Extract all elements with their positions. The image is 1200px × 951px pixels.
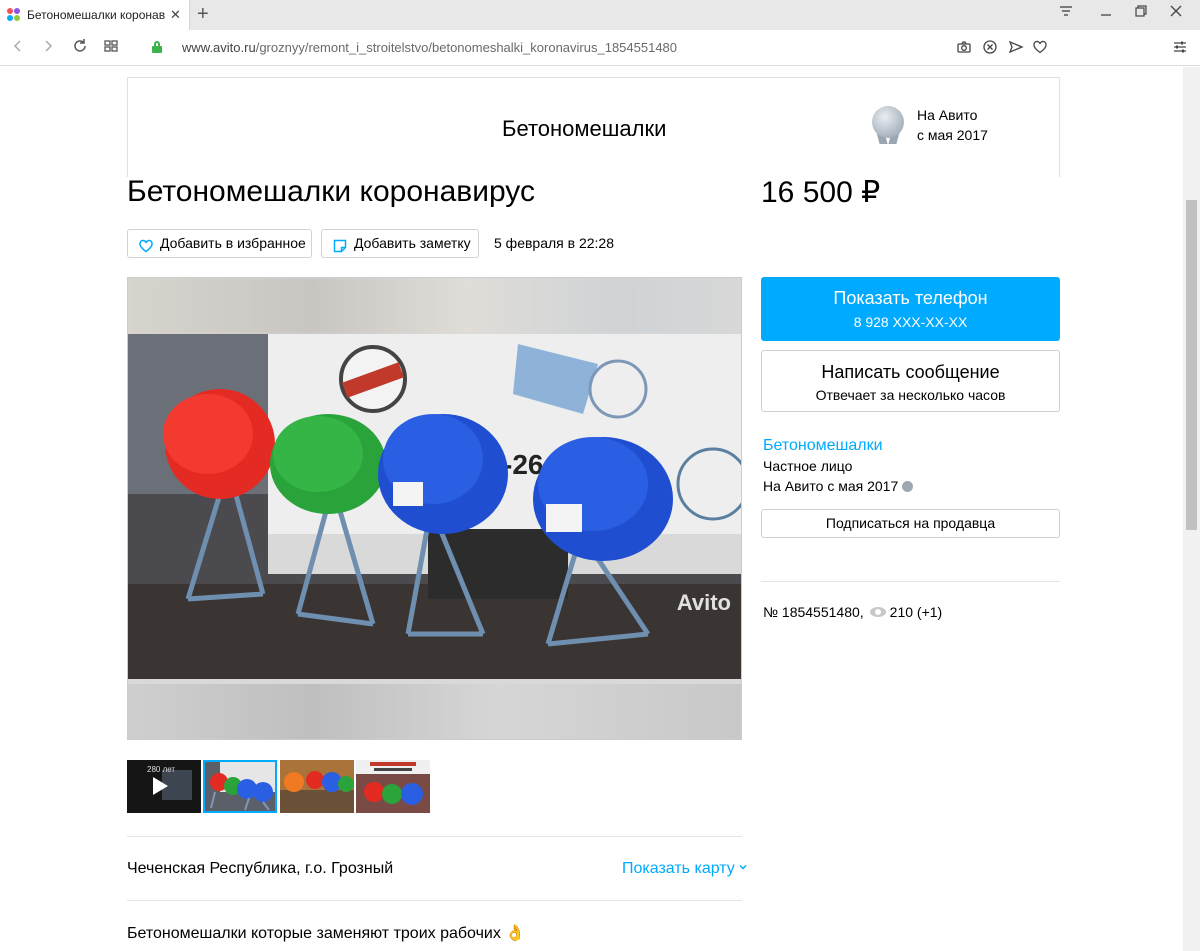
avito-watermark: Avito [676,590,731,615]
thumbnail-image [356,760,430,813]
ad-date: 5 февраля в 22:28 [494,235,614,251]
address-bar: www.avito.ru/groznyy/remont_i_stroitelst… [0,30,1200,66]
heart-bookmark-icon[interactable] [1032,39,1048,55]
play-icon [153,777,168,795]
thumbnail-video[interactable]: 280 лет [127,760,201,813]
thumbnail-image [205,762,275,811]
thumbnail-photo-3[interactable] [356,760,430,813]
page-content: Бетономешалки На Авито с мая 2017 Бетоно… [0,67,1183,951]
forward-icon[interactable] [38,38,58,59]
note-icon [332,236,348,253]
send-icon[interactable] [1008,39,1024,55]
adblock-icon[interactable] [982,39,998,55]
medal-icon [872,106,904,146]
speed-dial-icon[interactable] [101,38,121,59]
tab-menu-icon[interactable] [1056,4,1076,21]
minimize-icon[interactable] [1096,4,1116,21]
ad-title: Бетономешалки коронавирус [127,175,535,208]
chevron-down-icon [739,864,747,870]
divider [761,581,1060,582]
show-phone-button[interactable]: Показать телефон 8 928 XXX-XX-XX [761,277,1060,341]
write-message-button[interactable]: Написать сообщение Отвечает за несколько… [761,350,1060,412]
thumbnail-photo-2[interactable] [280,760,354,813]
ad-stats: № 1854551480, 210 (+1) [763,604,942,620]
ad-location: Чеченская Республика, г.о. Грозный [127,860,394,877]
avito-favicon-icon [7,8,21,22]
blurred-photo-edge [128,684,741,739]
add-to-favorites-button[interactable]: Добавить в избранное [127,229,312,258]
svg-text:-26: -26 [503,449,543,480]
add-note-button[interactable]: Добавить заметку [321,229,479,258]
browser-tab[interactable]: Бетономешалки коронав ✕ [0,0,190,30]
shop-name[interactable]: Бетономешалки [502,116,666,142]
secure-lock-icon[interactable] [152,41,162,53]
subscribe-seller-button[interactable]: Подписаться на продавца [761,509,1060,538]
ad-number: № 1854551480, [763,604,864,620]
close-tab-icon[interactable]: ✕ [170,7,181,23]
close-window-icon[interactable] [1166,4,1186,21]
url-field[interactable]: www.avito.ru/groznyy/remont_i_stroitelst… [182,40,677,55]
ad-price: 16 500 ₽ [761,176,881,209]
eye-icon [869,607,886,617]
shop-banner[interactable]: Бетономешалки На Авито с мая 2017 [127,77,1060,177]
back-icon[interactable] [8,38,28,59]
blurred-photo-edge [128,278,741,334]
seller-name-link[interactable]: Бетономешалки [763,437,883,455]
thumbnail-image [280,760,354,813]
settings-sliders-icon[interactable] [1172,39,1188,55]
main-photo[interactable]: -26 [128,334,742,679]
medal-icon [902,481,914,492]
browser-tab-bar: Бетономешалки коронав ✕ + [0,0,1200,30]
scrollbar-thumb[interactable] [1186,200,1197,530]
seller-since: На Авито с мая 2017 [763,478,914,494]
view-count: 210 (+1) [889,604,943,620]
camera-icon[interactable] [956,39,972,55]
thumbnail-photo-1[interactable] [203,760,277,813]
heart-icon [138,236,154,253]
restore-icon[interactable] [1131,4,1151,21]
divider [127,836,742,837]
seller-type: Частное лицо [763,458,853,474]
shop-since: На Авито с мая 2017 [917,107,988,143]
divider [127,900,742,901]
ad-description: Бетономешалки которые заменяют троих раб… [127,925,526,942]
svg-text:280 лет: 280 лет [147,765,175,774]
new-tab-button[interactable]: + [197,3,209,25]
show-map-link[interactable]: Показать карту [622,860,748,878]
reload-icon[interactable] [70,38,90,59]
tab-title: Бетономешалки коронав [27,8,165,22]
photo-gallery[interactable]: -26 Avito [127,277,742,740]
